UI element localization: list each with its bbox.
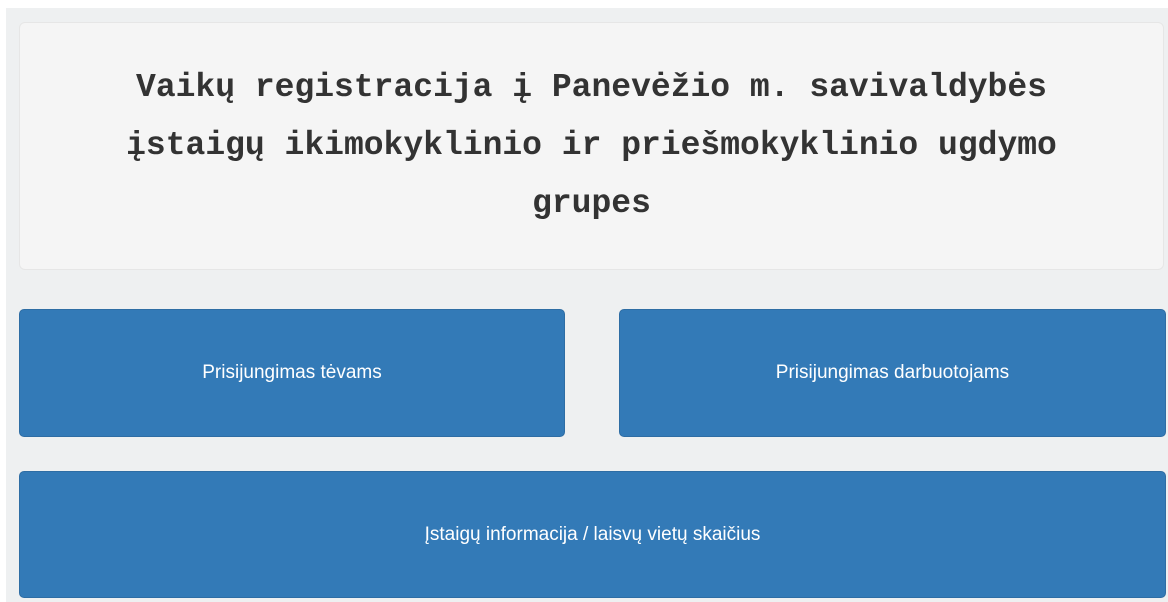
parents-login-button[interactable]: Prisijungimas tėvams xyxy=(19,309,565,437)
title-panel: Vaikų registracija į Panevėžio m. saviva… xyxy=(19,22,1164,270)
institutions-info-button[interactable]: Įstaigų informacija / laisvų vietų skaič… xyxy=(19,471,1166,598)
institutions-info-label: Įstaigų informacija / laisvų vietų skaič… xyxy=(424,523,761,545)
parents-login-label: Prisijungimas tėvams xyxy=(202,362,382,383)
staff-login-button[interactable]: Prisijungimas darbuotojams xyxy=(619,309,1166,437)
page-title: Vaikų registracija į Panevėžio m. saviva… xyxy=(126,69,1057,222)
staff-login-label: Prisijungimas darbuotojams xyxy=(775,362,1010,383)
